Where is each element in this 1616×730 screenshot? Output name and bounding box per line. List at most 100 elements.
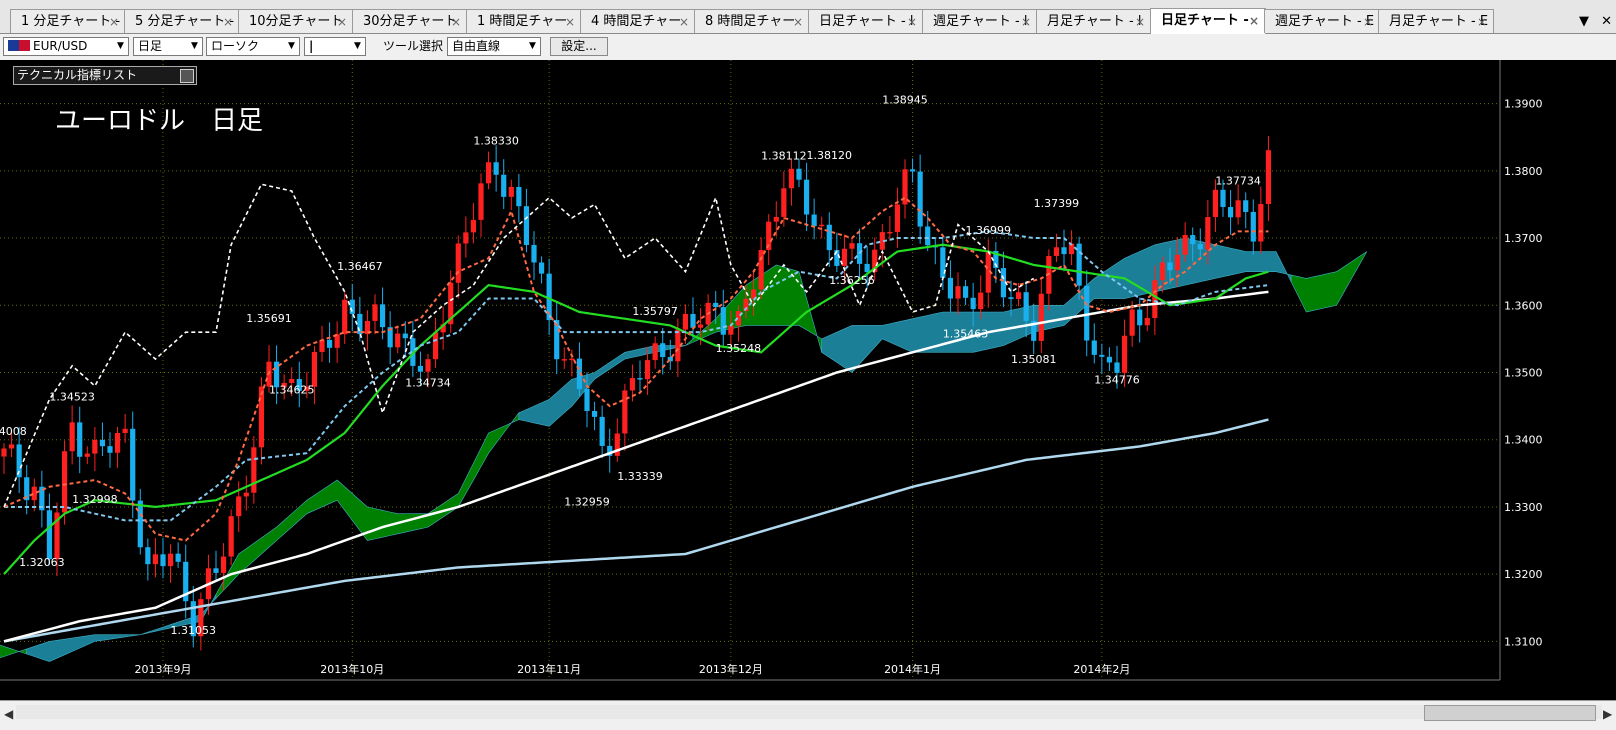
y-tick-label: 1.3700 [1504,232,1543,245]
tab-list-icon[interactable]: ▼ [1579,14,1589,29]
candle-up [758,249,764,290]
candle-up [342,299,348,335]
tab-item[interactable]: 月足チャート - l × [1036,9,1152,33]
tab-close-icon[interactable]: × [565,10,575,33]
candle-up [1053,247,1060,256]
tab-close-icon[interactable]: × [793,10,803,33]
tab-close-icon[interactable]: × [679,10,689,33]
tab-close-icon[interactable]: × [1249,9,1259,33]
candle-down [501,174,507,197]
chart-canvas[interactable]: 1.34008 1.32063 1.34523 1.32998 1.31053 1.356… [0,60,1616,700]
tab-item[interactable]: 5 分足チャート - × [124,9,240,33]
tab-close-icon[interactable]: × [337,10,347,33]
tab-item[interactable]: 日足チャート - l × [808,9,924,33]
candle-down [1220,189,1226,207]
y-tick-label: 1.3900 [1504,98,1543,111]
settings-button[interactable]: 設定... [550,37,608,56]
toolbar: EUR/USD ▼ 日足 ▼ ローソク ▼ | ▼ ツール選択 自由直線 ▼ 設… [0,34,1616,61]
peak-label: 1.35797 [632,305,678,318]
tab-item[interactable]: 30分足チャート × [352,9,468,33]
candle-up [887,231,893,234]
candle-down [1227,206,1234,218]
tab-item[interactable]: 8 時間足チャー × [694,9,810,33]
tab-item[interactable]: 週足チャート - E × [1264,9,1380,33]
chevron-down-icon: ▼ [529,41,536,51]
candle-up [228,516,234,557]
tab-item[interactable]: 日足チャート - × [1150,8,1266,34]
candle-up [236,496,242,517]
candle-up [644,360,651,380]
tab-close-icon[interactable]: × [907,10,917,33]
tab-close-icon[interactable]: × [1135,10,1145,33]
candle-down [599,416,605,446]
candle-down [1099,354,1105,357]
candle-up [682,313,689,330]
peak-label: 1.36467 [337,260,383,273]
horizontal-scrollbar[interactable]: ◀ ▶ [0,700,1616,730]
candle-down [357,313,363,335]
draw-tool-select[interactable]: | ▼ [304,37,366,56]
candle-up [8,444,15,449]
candle-up [311,351,318,387]
candle-down [1167,262,1173,271]
candle-up [1038,293,1044,341]
peak-label: 1.32959 [564,496,610,509]
tab-item[interactable]: 10分足チャート × [238,9,354,33]
tab-close-icon[interactable]: × [451,10,461,33]
candle-up [220,556,227,573]
scroll-track[interactable] [16,705,1602,719]
period-select[interactable]: 日足 ▼ [133,37,203,56]
scroll-right-icon[interactable]: ▶ [1603,707,1612,721]
candle-down [1250,211,1256,242]
candle-up [1265,150,1272,204]
tab-close-icon[interactable]: × [1021,10,1031,33]
tab-item[interactable]: 1 時間足チャー × [466,9,582,33]
tab-item[interactable]: 週足チャート - l × [922,9,1038,33]
candle-up [114,432,121,453]
scroll-left-icon[interactable]: ◀ [4,707,13,721]
close-icon[interactable]: ✕ [1601,14,1612,29]
candle-up [122,428,128,433]
candle-down [796,168,802,180]
candle-up [395,333,401,348]
chevron-down-icon: ▼ [117,41,124,51]
candle-down [1197,244,1203,250]
tab-item[interactable]: 月足チャート - E × [1378,9,1494,33]
candle-up [372,304,378,321]
peak-label: 1.35248 [716,342,762,355]
tab-close-icon[interactable]: × [1477,10,1487,33]
candle-down [1114,362,1120,373]
y-tick-label: 1.3300 [1504,501,1543,514]
scroll-thumb[interactable] [1424,705,1596,721]
candle-down [917,171,923,227]
candle-down [591,410,598,417]
candle-up [622,390,628,434]
chevron-down-icon: ▼ [288,41,295,51]
tab-item[interactable]: 4 時間足チャー × [580,9,696,33]
peak-label: 1.38330 [473,135,519,148]
tab-close-icon[interactable]: × [223,10,233,33]
candle-up [455,243,461,283]
candle-up [1212,189,1219,218]
chart-type-select[interactable]: ローソク ▼ [206,37,300,56]
tool-select[interactable]: 自由直線 ▼ [447,37,541,56]
tab-close-icon[interactable]: × [109,10,119,33]
peak-label: 1.35081 [1011,353,1057,366]
candle-down [1091,340,1097,355]
candle-up [1159,262,1166,281]
candle-down [1061,247,1067,255]
candle-down [1008,297,1014,300]
candle-up [61,451,68,513]
tab-item[interactable]: 1 分足チャート - × [10,9,126,33]
tab-close-icon[interactable]: × [1363,10,1373,33]
indicator-list-button[interactable]: テクニカル指標リスト [13,66,197,85]
symbol-select[interactable]: EUR/USD ▼ [3,37,129,56]
y-tick-label: 1.3800 [1504,165,1543,178]
candle-down [77,422,83,457]
candle-down [947,277,954,299]
peak-label: 1.33339 [617,470,663,483]
candle-up [485,162,492,184]
y-tick-label: 1.3500 [1504,367,1543,380]
candle-up [1,448,7,457]
x-tick-label: 2013年10月 [320,662,384,676]
